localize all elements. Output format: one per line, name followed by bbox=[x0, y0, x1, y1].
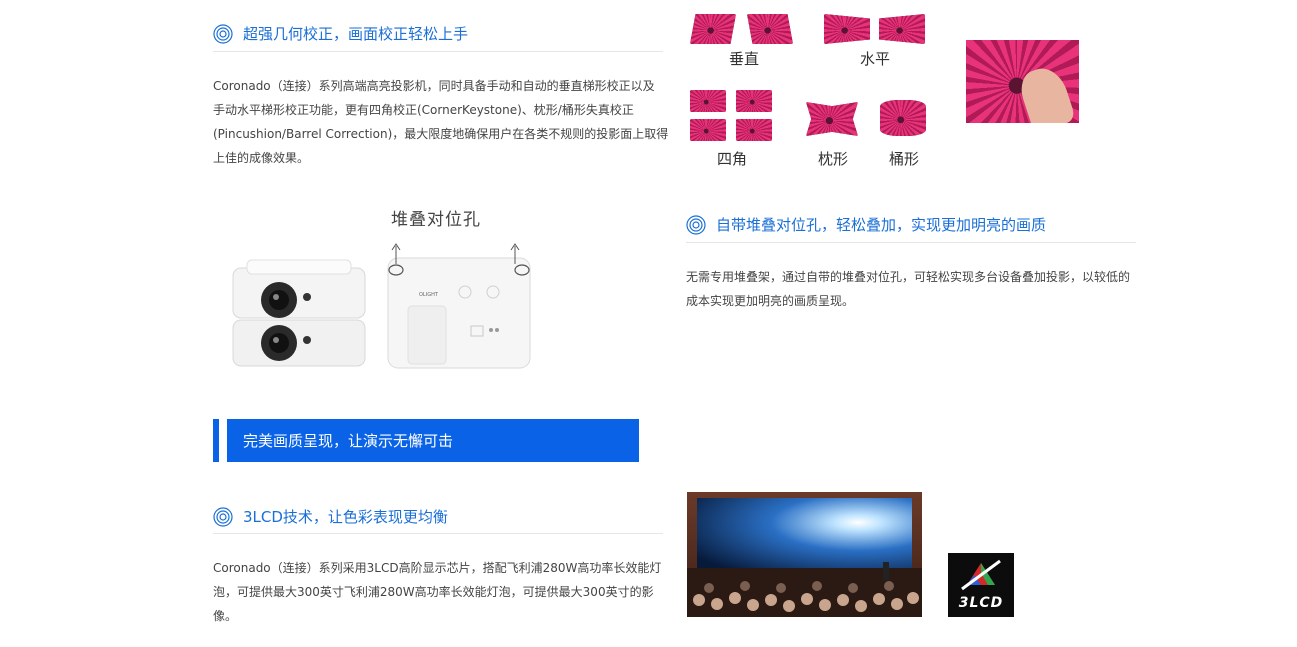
3lcd-logo-text: 3LCD bbox=[958, 595, 1004, 611]
projector-brand-mark: OLIGHT bbox=[419, 292, 439, 298]
concentric-circle-icon bbox=[213, 506, 233, 527]
concentric-circle-icon bbox=[213, 23, 233, 44]
pincushion-tile bbox=[806, 102, 858, 136]
stacking-line-2: 成本实现更加明亮的画质呈现。 bbox=[686, 294, 855, 308]
concentric-circle-icon bbox=[686, 214, 706, 235]
flower-hand-photo bbox=[966, 40, 1079, 123]
stacked-projectors-image: OLIGHT bbox=[232, 243, 531, 369]
keystone-line-2: 手动水平梯形校正功能，更有四角校正(CornerKeystone)、枕形/桶形失… bbox=[213, 103, 634, 117]
3lcd-logo: 3LCD bbox=[948, 553, 1014, 617]
picture-quality-banner: 完美画质呈现，让演示无懈可击 bbox=[227, 419, 639, 462]
keystone-description: Coronado（连接）系列高端高亮投影机，同时具备手动和自动的垂直梯形校正以及… bbox=[213, 74, 683, 170]
corner-tile-3 bbox=[690, 119, 726, 141]
stacked-projector-bottom bbox=[232, 319, 366, 367]
stacking-divider bbox=[686, 242, 1136, 243]
lcd-line-1: Coronado（连接）系列采用3LCD高阶显示芯片，搭配飞利浦280W高功率长… bbox=[213, 561, 662, 575]
horizontal-tile-right bbox=[879, 14, 925, 44]
3lcd-prism-icon bbox=[961, 559, 1001, 591]
vertical-tile-left bbox=[690, 14, 736, 44]
stacking-description: 无需专用堆叠架，通过自带的堆叠对位孔，可轻松实现多台设备叠加投影，以较低的 成本… bbox=[686, 265, 1156, 313]
horizontal-label: 水平 bbox=[860, 50, 891, 68]
horizontal-tile-left bbox=[824, 14, 870, 44]
vertical-tile-right bbox=[747, 14, 793, 44]
keystone-line-4: 上佳的成像效果。 bbox=[213, 151, 310, 165]
lcd-section-header: 3LCD技术，让色彩表现更均衡 bbox=[213, 506, 448, 527]
barrel-tile bbox=[880, 100, 926, 136]
keystone-line-3: (Pincushion/Barrel Correction)，最大限度地确保用户… bbox=[213, 127, 669, 141]
stacking-section-header: 自带堆叠对位孔，轻松叠加，实现更加明亮的画质 bbox=[686, 214, 1046, 235]
banner-accent-bar bbox=[213, 419, 219, 462]
corner-tile-1 bbox=[690, 90, 726, 112]
stacking-line-1: 无需专用堆叠架，通过自带的堆叠对位孔，可轻松实现多台设备叠加投影，以较低的 bbox=[686, 270, 1131, 284]
lcd-line-3: 像。 bbox=[213, 609, 238, 623]
keystone-line-1: Coronado（连接）系列高端高亮投影机，同时具备手动和自动的垂直梯形校正以及 bbox=[213, 79, 655, 93]
stacking-caption: 堆叠对位孔 bbox=[391, 210, 481, 230]
lcd-divider bbox=[213, 533, 663, 534]
keystone-section-title: 超强几何校正，画面校正轻松上手 bbox=[243, 25, 469, 43]
stacked-projector-top bbox=[232, 259, 366, 319]
lcd-section-title: 3LCD技术，让色彩表现更均衡 bbox=[243, 508, 448, 526]
vertical-label: 垂直 bbox=[729, 50, 760, 68]
lcd-line-2: 泡，可提供最大300英寸飞利浦280W高功率长效能灯泡，可提供最大300英寸的影 bbox=[213, 585, 654, 599]
keystone-section-header: 超强几何校正，画面校正轻松上手 bbox=[213, 23, 468, 44]
stacking-section-title: 自带堆叠对位孔，轻松叠加，实现更加明亮的画质 bbox=[716, 216, 1047, 234]
four-corner-label: 四角 bbox=[717, 150, 748, 168]
banner-text: 完美画质呈现，让演示无懈可击 bbox=[243, 432, 454, 450]
keystone-divider bbox=[213, 51, 663, 52]
corner-tile-4 bbox=[736, 119, 772, 141]
pincushion-label: 枕形 bbox=[818, 150, 849, 168]
conference-hall-photo bbox=[687, 492, 922, 617]
barrel-label: 桶形 bbox=[889, 150, 920, 168]
projector-top-view: OLIGHT bbox=[387, 243, 531, 369]
lcd-description: Coronado（连接）系列采用3LCD高阶显示芯片，搭配飞利浦280W高功率长… bbox=[213, 556, 683, 628]
corner-tile-2 bbox=[736, 90, 772, 112]
